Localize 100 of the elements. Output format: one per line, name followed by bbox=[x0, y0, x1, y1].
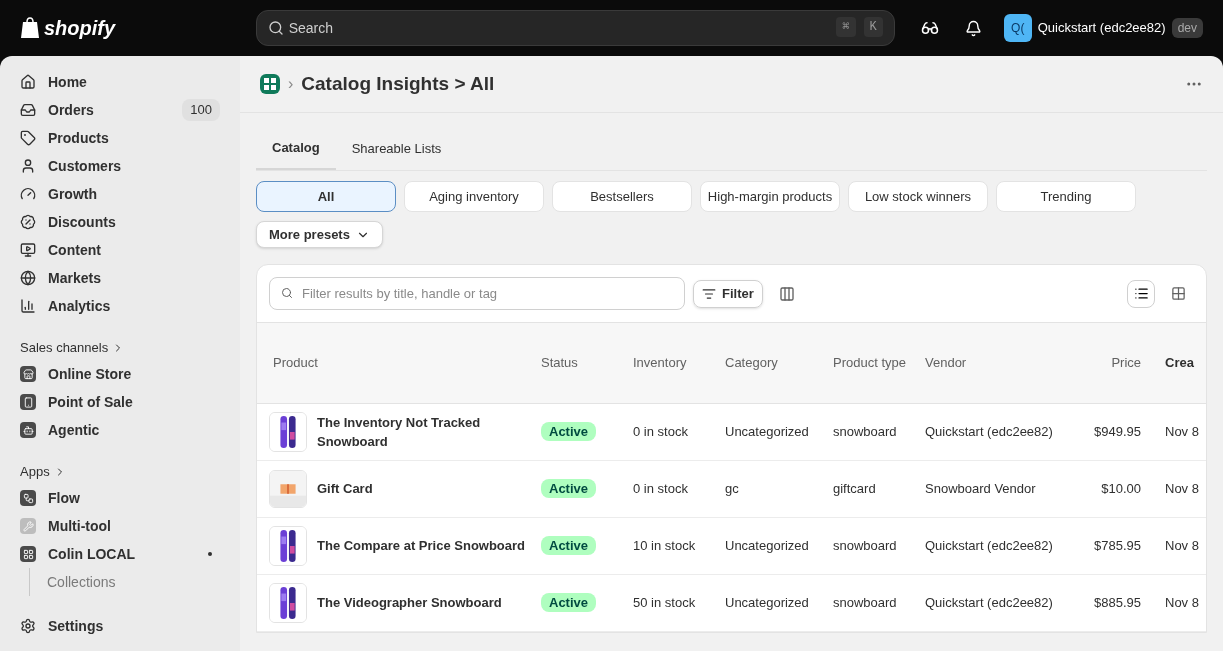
filter-field[interactable]: Filter results by title, handle or tag bbox=[269, 277, 685, 310]
search-icon bbox=[267, 20, 284, 36]
shortcut-key: ⌘ bbox=[836, 17, 856, 37]
table-cell-text: 10 in stock bbox=[633, 537, 697, 556]
preset-chip[interactable]: Bestsellers bbox=[552, 181, 692, 212]
shopping-bag-icon bbox=[20, 17, 40, 39]
percent-badge-icon bbox=[20, 214, 36, 230]
sidebar-item[interactable]: Discounts bbox=[12, 208, 228, 236]
status-badge: Active bbox=[541, 536, 597, 556]
column-header[interactable]: Price bbox=[1075, 353, 1141, 373]
column-header[interactable]: Vendor bbox=[925, 353, 1075, 373]
table-cell-text: Uncategorized bbox=[725, 537, 810, 556]
column-header[interactable]: Category bbox=[725, 353, 833, 373]
table-cell-text: 50 in stock bbox=[633, 594, 697, 613]
store-avatar[interactable]: Q( bbox=[1003, 14, 1032, 42]
sidebar-item[interactable]: Content bbox=[12, 236, 228, 264]
sidebar-item[interactable]: Orders 100 bbox=[12, 96, 228, 124]
table-cell-text: Quickstart (edc2ee82) bbox=[925, 423, 1054, 442]
table-cell-text: Nov 8 bbox=[1165, 537, 1199, 556]
tag-icon bbox=[20, 130, 36, 146]
table-cell-text: Uncategorized bbox=[725, 594, 810, 613]
table-cell-text: snowboard bbox=[833, 594, 898, 613]
table-cell[interactable]: Gift Card bbox=[317, 479, 541, 499]
page-title: Catalog Insights > All bbox=[301, 71, 496, 96]
search-icon bbox=[281, 287, 293, 299]
section-header[interactable]: Sales channels bbox=[12, 336, 228, 360]
tab[interactable]: Shareable Lists bbox=[335, 127, 458, 170]
preset-chip[interactable]: Aging inventory bbox=[404, 181, 544, 212]
sidebar-item[interactable]: Point of Sale bbox=[12, 388, 228, 416]
bar-chart-icon bbox=[20, 298, 36, 314]
sidebar-item[interactable]: Agentic bbox=[12, 416, 228, 444]
wrench-icon bbox=[20, 518, 36, 534]
logo-text[interactable]: shopify bbox=[44, 13, 116, 43]
robot-icon bbox=[20, 422, 36, 438]
table-cell-text: $885.95 bbox=[1093, 594, 1141, 613]
table-cell-text: Snowboard Vendor bbox=[925, 480, 1037, 499]
sidebar-item[interactable]: Home bbox=[12, 68, 228, 96]
store-name[interactable]: Quickstart (edc2ee82) bbox=[1037, 18, 1166, 38]
table-cell-text: Uncategorized bbox=[725, 423, 810, 442]
table-cell-text: Quickstart (edc2ee82) bbox=[925, 537, 1054, 556]
table-cell-text: Nov 8 bbox=[1165, 594, 1199, 613]
sidebar-item[interactable]: Analytics bbox=[12, 292, 228, 320]
list-view-button[interactable] bbox=[1127, 279, 1155, 308]
sidebar-subitem[interactable]: Collections bbox=[47, 572, 116, 592]
globe-icon bbox=[20, 270, 36, 286]
status-badge: Active bbox=[541, 422, 597, 442]
table-cell-text: 0 in stock bbox=[633, 423, 689, 442]
grid-view-icon[interactable] bbox=[1171, 286, 1186, 301]
table-cell-text: Quickstart (edc2ee82) bbox=[925, 594, 1054, 613]
table-cell-text: $785.95 bbox=[1093, 537, 1141, 556]
sidebar-item[interactable]: Products bbox=[12, 124, 228, 152]
filter-icon bbox=[702, 286, 716, 301]
preset-chip[interactable]: All bbox=[256, 181, 396, 212]
sidebar-item[interactable]: Settings bbox=[12, 612, 228, 640]
sidebar-item[interactable]: Online Store bbox=[12, 360, 228, 388]
table-cell-text: $10.00 bbox=[1100, 480, 1141, 499]
inbox-icon bbox=[20, 102, 36, 118]
person-icon bbox=[20, 158, 36, 174]
table-cell-text: Nov 8 bbox=[1165, 423, 1199, 442]
table-cell-text: snowboard bbox=[833, 537, 898, 556]
table-cell-text: gc bbox=[725, 480, 740, 499]
table-cell[interactable]: The Inventory Not Tracked Snowboard bbox=[317, 412, 541, 452]
notification-icon[interactable] bbox=[964, 19, 982, 37]
sidebar-item[interactable]: Multi-tool bbox=[12, 512, 228, 540]
column-header[interactable]: Inventory bbox=[633, 353, 725, 373]
store-icon bbox=[20, 366, 36, 382]
sidebar-item[interactable]: Markets bbox=[12, 264, 228, 292]
section-header[interactable]: Apps bbox=[12, 460, 228, 484]
shortcut-key: K bbox=[863, 17, 883, 37]
tab[interactable]: Catalog bbox=[256, 127, 336, 170]
glasses-icon[interactable] bbox=[920, 19, 939, 37]
table-cell[interactable]: The Compare at Price Snowboard bbox=[317, 536, 541, 556]
home-icon bbox=[20, 74, 36, 90]
monitor-icon bbox=[20, 242, 36, 258]
more-presets-button[interactable]: More presets bbox=[256, 221, 383, 248]
table-cell[interactable]: The Videographer Snowboard bbox=[317, 593, 541, 613]
sidebar-item[interactable]: Growth bbox=[12, 180, 228, 208]
table-cell-text: 0 in stock bbox=[633, 480, 689, 499]
app-icon bbox=[260, 74, 280, 94]
preset-chip[interactable]: High-margin products bbox=[700, 181, 840, 212]
filter-button[interactable]: Filter bbox=[693, 279, 763, 308]
table-cell-text: Nov 8 bbox=[1165, 480, 1199, 499]
sidebar-item[interactable]: Flow bbox=[12, 484, 228, 512]
preset-chip[interactable]: Trending bbox=[996, 181, 1136, 212]
preset-chip[interactable]: Low stock winners bbox=[848, 181, 988, 212]
columns-icon[interactable] bbox=[778, 285, 795, 302]
store-badge: dev bbox=[1171, 18, 1203, 38]
settings-icon bbox=[20, 618, 36, 634]
count-badge: 100 bbox=[182, 98, 220, 122]
sidebar-item[interactable]: Customers bbox=[12, 152, 228, 180]
phone-icon bbox=[20, 394, 36, 410]
gauge-icon bbox=[20, 186, 36, 202]
table-cell-text: snowboard bbox=[833, 423, 898, 442]
column-header[interactable]: Status bbox=[541, 353, 633, 373]
sidebar-item[interactable]: Colin LOCAL bbox=[12, 540, 228, 568]
column-header[interactable]: Product bbox=[257, 353, 541, 373]
column-header[interactable]: Product type bbox=[833, 353, 925, 373]
column-header[interactable]: Crea bbox=[1141, 353, 1201, 373]
status-badge: Active bbox=[541, 479, 597, 499]
list-icon bbox=[1133, 286, 1149, 301]
